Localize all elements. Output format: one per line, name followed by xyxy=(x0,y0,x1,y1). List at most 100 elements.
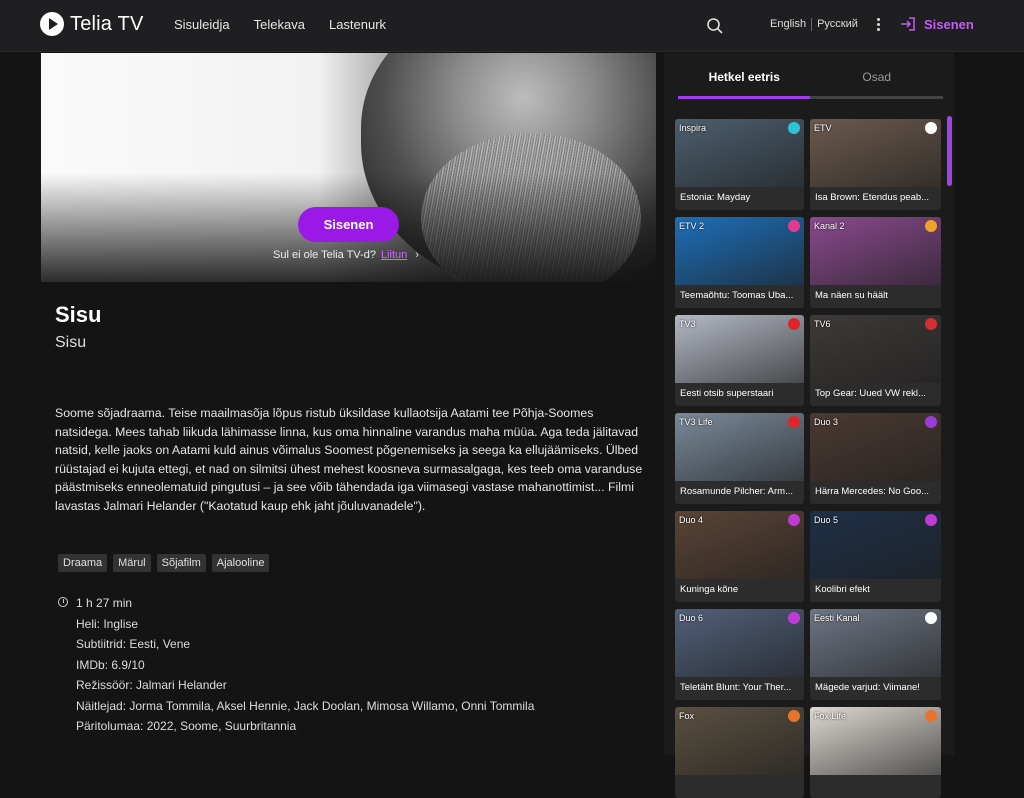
channel-name: Eesti Kanal xyxy=(814,613,860,623)
channel-name: Duo 3 xyxy=(814,417,839,427)
genre-tag: Märul xyxy=(113,554,151,572)
login-button[interactable]: Sisenen xyxy=(900,16,974,32)
channel-grid: Inspira Estonia: Mayday ETV Isa Brown: Eten… xyxy=(675,119,941,798)
channel-card[interactable]: Fox xyxy=(675,707,804,798)
program-thumbnail: Inspira xyxy=(675,119,804,187)
program-title: Teletäht Blunt: Your Ther... xyxy=(680,682,792,693)
channel-logo-icon xyxy=(788,514,800,526)
cast: Näitlejad: Jorma Tommila, Aksel Hennie, … xyxy=(76,698,535,713)
channel-name: Duo 6 xyxy=(679,613,704,623)
channel-card[interactable]: Duo 4 Kuninga kõne xyxy=(675,511,804,602)
origin: Päritolumaa: 2022, Soome, Suurbritannia xyxy=(76,719,297,733)
program-title: Ma näen su häält xyxy=(815,290,888,301)
program-title: Isa Brown: Etendus peab... xyxy=(815,192,930,203)
brand-name: Telia TV xyxy=(70,12,144,35)
program-title: Härra Mercedes: No Goo... xyxy=(815,486,930,497)
lang-divider xyxy=(811,18,813,31)
channel-name: Duo 4 xyxy=(679,515,704,525)
channel-name: Fox xyxy=(679,711,695,721)
main-nav: Sisuleidja Telekava Lastenurk xyxy=(174,17,410,32)
program-title: Mägede varjud: Viimane! xyxy=(815,682,920,693)
lang-english[interactable]: English xyxy=(770,18,806,31)
program-thumbnail: ETV 2 xyxy=(675,217,804,285)
lang-russian[interactable]: Русский xyxy=(817,18,858,31)
tab-episodes[interactable]: Osad xyxy=(811,69,944,99)
search-icon[interactable] xyxy=(706,17,724,35)
tab-indicator xyxy=(678,96,943,99)
program-title: Estonia: Mayday xyxy=(680,192,751,203)
program-thumbnail: Duo 6 xyxy=(675,609,804,677)
movie-description: Soome sõjadraama. Teise maailmasõja lõpu… xyxy=(55,406,643,513)
tab-on-air[interactable]: Hetkel eetris xyxy=(678,69,811,99)
channel-card[interactable]: ETV Isa Brown: Etendus peab... xyxy=(810,119,941,210)
channel-card[interactable]: ETV 2 Teemaõhtu: Toomas Uba... xyxy=(675,217,804,308)
channel-card[interactable]: Duo 6 Teletäht Blunt: Your Ther... xyxy=(675,609,804,700)
nav-telekava[interactable]: Telekava xyxy=(254,17,305,32)
signup-link[interactable]: Liitun xyxy=(381,249,407,261)
channel-logo-icon xyxy=(925,416,937,428)
channel-logo-icon xyxy=(925,122,937,134)
signup-prompt: Sul ei ole Telia TV-d? Liitun › xyxy=(273,249,419,261)
program-thumbnail: ETV xyxy=(810,119,941,187)
channel-logo-icon xyxy=(788,710,800,722)
channel-logo-icon xyxy=(925,318,937,330)
channel-name: TV3 Life xyxy=(679,417,713,427)
channel-name: Inspira xyxy=(679,123,707,133)
channel-logo-icon xyxy=(925,612,937,624)
channel-card[interactable]: Duo 3 Härra Mercedes: No Goo... xyxy=(810,413,941,504)
imdb-rating: IMDb: 6.9/10 xyxy=(76,657,145,672)
duration-row: 1 h 27 min xyxy=(58,596,534,617)
live-sidebar: Hetkel eetris Osad Inspira Estonia: Mayda… xyxy=(664,53,954,798)
genre-tags: Draama Märul Sõjafilm Ajalooline xyxy=(58,554,270,572)
program-thumbnail: Fox xyxy=(675,707,804,775)
channel-logo-icon xyxy=(788,122,800,134)
program-title: Teemaõhtu: Toomas Uba... xyxy=(680,290,794,301)
channel-card[interactable]: TV6 Top Gear: Uued VW rekl... xyxy=(810,315,941,406)
channel-logo-icon xyxy=(925,514,937,526)
subtitles: Subtiitrid: Eesti, Vene xyxy=(76,637,191,651)
channel-name: Fox Life xyxy=(814,711,847,721)
program-title: Rosamunde Pilcher: Arm... xyxy=(680,486,793,497)
channel-logo-icon xyxy=(925,710,937,722)
program-thumbnail: TV3 xyxy=(675,315,804,383)
hero-banner: Sisenen Sul ei ole Telia TV-d? Liitun › xyxy=(41,53,656,282)
channel-name: ETV xyxy=(814,123,832,133)
channel-name: ETV 2 xyxy=(679,221,705,231)
language-switcher: English Русский xyxy=(770,18,858,31)
nav-lastenurk[interactable]: Lastenurk xyxy=(329,17,386,32)
sidebar-scrollbar[interactable] xyxy=(947,116,952,186)
channel-logo-icon xyxy=(925,220,937,232)
channel-card[interactable]: Duo 5 Koolibri efekt xyxy=(810,511,941,602)
movie-details: 1 h 27 min Heli: Inglise Subtiitrid: Ees… xyxy=(58,596,534,740)
channel-card[interactable]: Eesti Kanal Mägede varjud: Viimane! xyxy=(810,609,941,700)
channel-name: Duo 5 xyxy=(814,515,839,525)
channel-name: TV6 xyxy=(814,319,831,329)
channel-card[interactable]: TV3 Eesti otsib superstaari xyxy=(675,315,804,406)
channel-card[interactable]: TV3 Life Rosamunde Pilcher: Arm... xyxy=(675,413,804,504)
program-thumbnail: TV3 Life xyxy=(675,413,804,481)
program-thumbnail: Eesti Kanal xyxy=(810,609,941,677)
audio: Heli: Inglise xyxy=(76,616,139,631)
program-thumbnail: Fox Life xyxy=(810,707,941,775)
program-thumbnail: Duo 3 xyxy=(810,413,941,481)
director: Režissöör: Jalmari Helander xyxy=(76,678,227,692)
program-thumbnail: Duo 4 xyxy=(675,511,804,579)
hero-login-button[interactable]: Sisenen xyxy=(298,207,399,242)
nav-sisuleidja[interactable]: Sisuleidja xyxy=(174,17,230,32)
chevron-right-icon: › xyxy=(415,249,419,261)
movie-title: Sisu xyxy=(55,302,102,327)
movie-original-title: Sisu xyxy=(55,334,87,351)
channel-card[interactable]: Kanal 2 Ma näen su häält xyxy=(810,217,941,308)
program-thumbnail: Duo 5 xyxy=(810,511,941,579)
program-title: Eesti otsib superstaari xyxy=(680,388,774,399)
sidebar-tabs: Hetkel eetris Osad xyxy=(678,69,943,99)
genre-tag: Ajalooline xyxy=(211,554,270,572)
channel-name: Kanal 2 xyxy=(814,221,845,231)
program-title: Kuninga kõne xyxy=(680,584,739,595)
genre-tag: Draama xyxy=(58,554,108,572)
channel-card[interactable]: Fox Life xyxy=(810,707,941,798)
channel-name: TV3 xyxy=(679,319,696,329)
brand-logo[interactable]: Telia TV xyxy=(40,12,144,36)
channel-card[interactable]: Inspira Estonia: Mayday xyxy=(675,119,804,210)
more-menu-icon[interactable] xyxy=(874,16,882,36)
